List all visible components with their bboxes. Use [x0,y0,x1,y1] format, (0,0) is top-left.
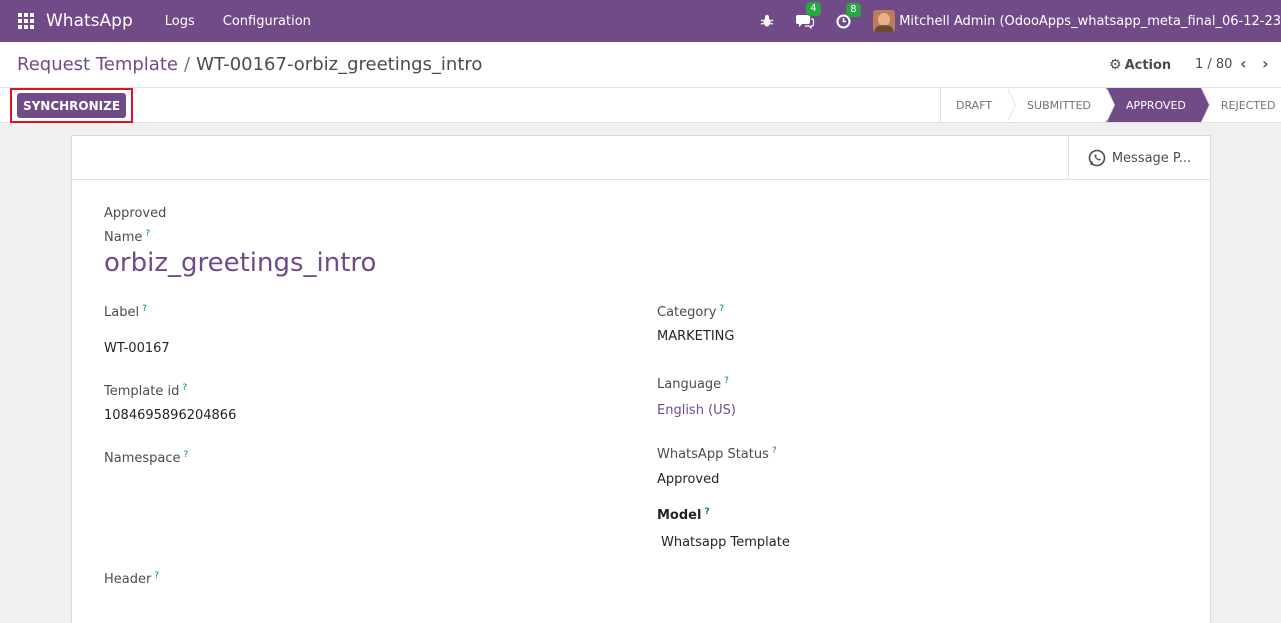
pager-next-icon[interactable]: › [1262,54,1269,73]
help-icon[interactable]: ? [142,304,147,314]
name-label: Name? [104,229,150,245]
pager-previous-icon[interactable]: ‹ [1240,54,1247,73]
help-icon[interactable]: ? [154,571,159,581]
top-navbar: WhatsApp Logs Configuration 4 8 Mitchell… [0,0,1281,42]
template-id-label-text: Template id [104,384,180,399]
activity-clock-icon[interactable]: 8 [836,2,861,29]
template-id-label: Template id? [104,383,187,399]
systray: 4 8 Mitchell Admin (OdooApps_whatsapp_me… [760,0,1281,42]
category-label-text: Category [657,305,717,320]
action-button[interactable]: ⚙ Action [1109,57,1171,73]
message-smart-button[interactable]: Message P... [1068,136,1210,180]
apps-grid-icon[interactable] [18,13,34,29]
breadcrumb-current: WT-00167-orbiz_greetings_intro [196,54,483,75]
model-label-text: Model [657,508,702,523]
message-button-label: Message P... [1111,150,1192,166]
form-sheet: Message P... Approved Name? orbiz_greeti… [71,135,1211,623]
breadcrumb: Request Template / WT-00167-orbiz_greeting… [17,54,482,75]
namespace-label-text: Namespace [104,451,181,466]
action-label: Action [1124,57,1172,73]
model-label: Model? [657,507,710,523]
help-icon[interactable]: ? [145,229,150,239]
category-value[interactable]: MARKETING [657,329,734,344]
user-menu[interactable]: Mitchell Admin (OdooApps_whatsapp_meta_f… [873,10,1281,32]
label-field-label: Label? [104,304,147,320]
breadcrumb-parent[interactable]: Request Template [17,54,178,75]
pager-value[interactable]: 1 / 80 [1195,57,1232,72]
language-value[interactable]: English (US) [657,403,736,418]
button-box: Message P... [72,136,1210,180]
template-id-value[interactable]: 1084695896204866 [104,408,236,423]
whatsapp-icon [1088,149,1106,167]
stage-rejected[interactable]: REJECTED [1201,88,1281,122]
help-icon[interactable]: ? [704,507,709,517]
header-label-text: Header [104,572,152,587]
language-label: Language? [657,376,729,392]
whatsapp-status-value[interactable]: Approved [657,472,719,487]
user-name: Mitchell Admin (OdooApps_whatsapp_meta_f… [899,13,1281,29]
label-field-label-text: Label [104,305,140,320]
help-icon[interactable]: ? [182,383,187,393]
menu-configuration[interactable]: Configuration [223,14,311,29]
activity-badge: 8 [846,2,861,17]
namespace-label: Namespace? [104,450,189,466]
name-label-text: Name [104,230,143,245]
whatsapp-status-label-text: WhatsApp Status [657,447,769,462]
whatsapp-status-label: WhatsApp Status? [657,446,777,462]
help-icon[interactable]: ? [719,304,724,314]
model-value[interactable]: Whatsapp Template [661,535,790,550]
status-bar: DRAFT SUBMITTED APPROVED REJECTED [940,88,1281,122]
app-brand[interactable]: WhatsApp [46,11,133,31]
control-panel: Request Template / WT-00167-orbiz_greeting… [0,42,1281,123]
chat-badge: 4 [806,2,821,16]
chat-icon[interactable]: 4 [796,2,821,29]
header-label: Header? [104,571,159,587]
stage-submitted[interactable]: SUBMITTED [1007,88,1116,122]
help-icon[interactable]: ? [724,376,729,386]
record-name[interactable]: orbiz_greetings_intro [104,248,376,278]
menu-logs[interactable]: Logs [165,14,195,29]
stage-approved[interactable]: APPROVED [1106,88,1210,122]
help-icon[interactable]: ? [184,450,189,460]
label-field-value[interactable]: WT-00167 [104,341,170,356]
synchronize-button[interactable]: SYNCHRONIZE [17,93,126,118]
language-label-text: Language [657,377,722,392]
category-label: Category? [657,304,724,320]
gear-icon: ⚙ [1109,57,1122,73]
debug-bug-icon[interactable] [760,14,774,28]
avatar [873,10,896,32]
breadcrumb-separator: / [183,54,191,75]
status-text: Approved [104,206,167,221]
help-icon[interactable]: ? [772,446,777,456]
stage-draft[interactable]: DRAFT [941,88,1017,122]
